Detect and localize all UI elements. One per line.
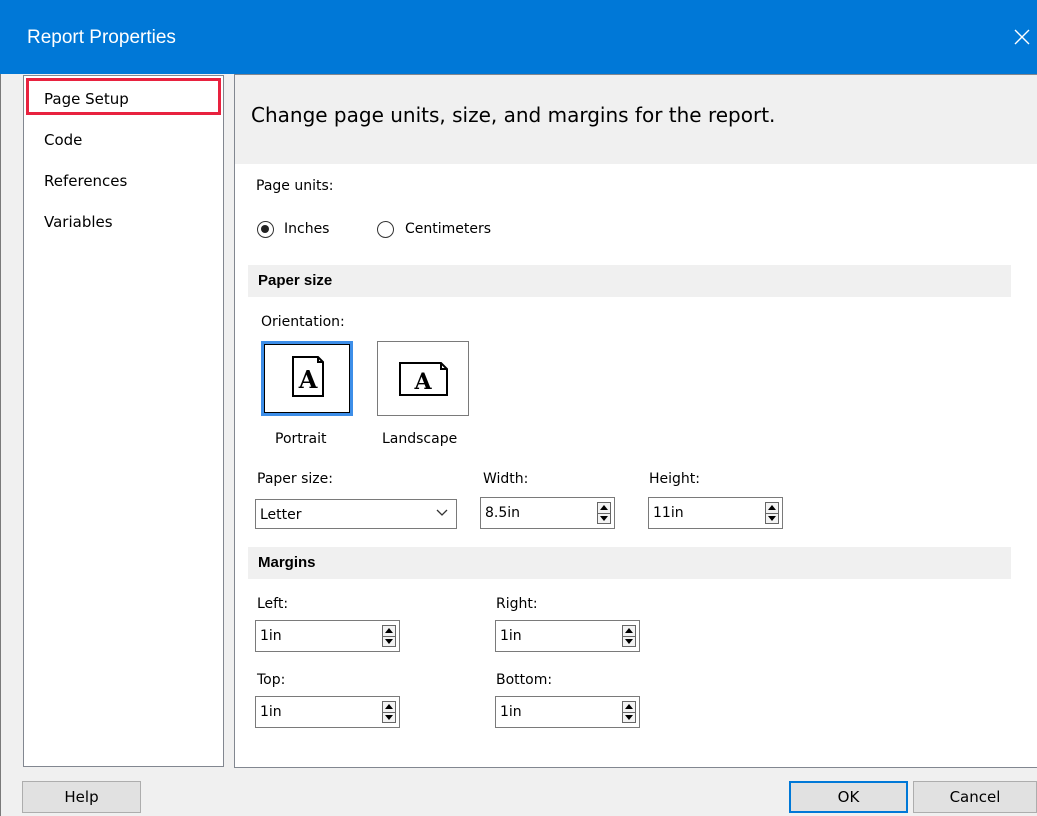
inches-radio[interactable] [257,221,274,238]
close-button[interactable] [1006,18,1037,56]
bottom-margin-value: 1in [500,704,522,720]
paper-size-section-title: Paper size [258,272,333,289]
centimeters-radio[interactable] [377,221,394,238]
paper-size-section-header: Paper size [248,265,1011,297]
nav-list: Page Setup Code References Variables [23,75,224,767]
margins-section-header: Margins [248,547,1011,579]
bottom-margin-spinner-buttons[interactable] [622,701,636,723]
nav-item-page-setup[interactable]: Page Setup [26,78,221,115]
bottom-margin-spinner[interactable]: 1in [495,696,640,728]
ok-button[interactable]: OK [789,781,908,813]
orientation-label: Orientation: [261,314,345,330]
help-button[interactable]: Help [22,781,141,813]
page-units-label: Page units: [256,178,334,194]
top-margin-label: Top: [257,672,286,688]
width-value: 8.5in [485,505,521,521]
left-margin-value: 1in [260,628,282,644]
top-margin-spinner[interactable]: 1in [255,696,400,728]
window-title: Report Properties [27,27,176,48]
close-icon [1014,29,1029,45]
header-band: Change page units, size, and margins for… [235,75,1037,164]
right-margin-label: Right: [496,596,538,612]
top-margin-spinner-buttons[interactable] [382,701,396,723]
left-margin-spinner-buttons[interactable] [382,625,396,647]
portrait-label: Portrait [275,431,327,447]
content-panel: Change page units, size, and margins for… [234,74,1037,768]
title-bar: Report Properties [0,0,1037,74]
right-margin-value: 1in [500,628,522,644]
bottom-margin-label: Bottom: [496,672,553,688]
height-spinner[interactable]: 11in [648,497,783,529]
height-spinner-buttons[interactable] [765,502,779,524]
portrait-page-icon: A [292,356,324,397]
paper-size-dropdown[interactable]: Letter [255,499,457,529]
window-left-border [0,74,1,816]
width-label: Width: [483,471,529,487]
paper-size-label: Paper size: [257,471,333,487]
left-margin-spinner[interactable]: 1in [255,620,400,652]
top-margin-value: 1in [260,704,282,720]
page-description: Change page units, size, and margins for… [251,103,776,127]
height-label: Height: [649,471,700,487]
inches-radio-label[interactable]: Inches [284,221,329,237]
svg-text:A: A [298,365,318,394]
paper-size-value: Letter [260,507,302,523]
width-spinner[interactable]: 8.5in [480,497,615,529]
landscape-button[interactable]: A [377,341,469,416]
nav-item-references[interactable]: References [44,172,127,190]
height-value: 11in [653,505,684,521]
width-spinner-buttons[interactable] [597,502,611,524]
right-margin-spinner[interactable]: 1in [495,620,640,652]
portrait-button[interactable]: A [261,341,353,416]
svg-text:A: A [413,369,432,395]
left-margin-label: Left: [257,596,289,612]
chevron-down-icon [436,509,448,516]
margins-section-title: Margins [258,554,316,571]
nav-item-variables[interactable]: Variables [44,213,113,231]
centimeters-radio-label[interactable]: Centimeters [405,221,491,237]
cancel-button[interactable]: Cancel [913,781,1037,813]
landscape-page-icon: A [399,362,448,396]
right-margin-spinner-buttons[interactable] [622,625,636,647]
nav-item-code[interactable]: Code [44,131,82,149]
landscape-label: Landscape [382,431,458,447]
